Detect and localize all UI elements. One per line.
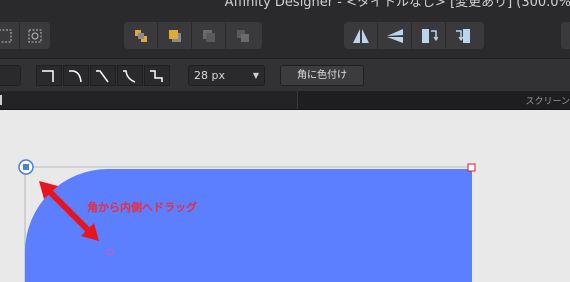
corner-handle-center [23,164,29,170]
selection-handle-top-right[interactable] [467,163,476,172]
annotation-label: 角から内側へドラッグ [87,201,197,214]
canvas-artwork [18,159,476,282]
